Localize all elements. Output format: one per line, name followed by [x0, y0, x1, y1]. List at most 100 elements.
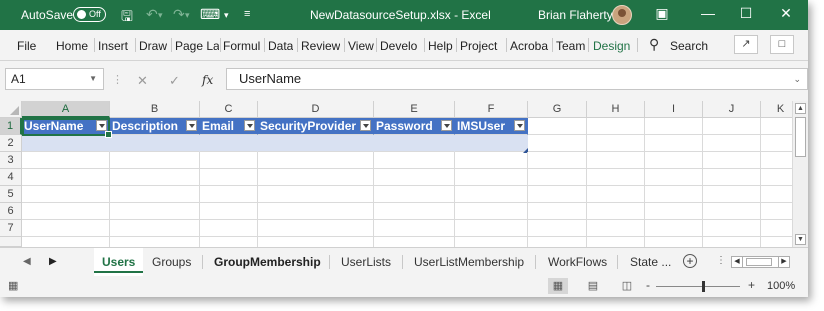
horizontal-scrollbar[interactable]: ◀ ▶ — [731, 256, 790, 268]
grid-cell[interactable] — [110, 169, 200, 186]
new-sheet-button[interactable]: + — [683, 254, 697, 268]
user-name[interactable]: Brian Flaherty — [538, 8, 613, 22]
sheet-tab-groups[interactable]: Groups — [152, 248, 191, 276]
table-header-cell[interactable]: Password — [374, 118, 455, 135]
grid-cell[interactable] — [528, 152, 587, 169]
grid-cell[interactable] — [374, 169, 455, 186]
row-header[interactable] — [0, 237, 22, 247]
grid-cell[interactable] — [587, 186, 645, 203]
column-header[interactable]: F — [455, 101, 528, 118]
redo-dropdown-icon[interactable]: ▾ — [185, 10, 190, 21]
tab-team[interactable]: Team — [556, 39, 585, 53]
grid-cell[interactable] — [200, 203, 258, 220]
grid-cell[interactable] — [703, 169, 761, 186]
grid-cell[interactable] — [110, 186, 200, 203]
grid-cell[interactable] — [455, 152, 528, 169]
column-header[interactable]: G — [528, 101, 587, 118]
grid-cell[interactable] — [374, 237, 455, 247]
grid-cell[interactable] — [258, 186, 374, 203]
page-break-preview-icon[interactable]: ◫ — [617, 278, 637, 294]
row-header[interactable]: 1 — [0, 118, 22, 135]
cancel-icon[interactable]: ✕ — [137, 73, 148, 89]
column-header[interactable]: I — [645, 101, 703, 118]
table-cell[interactable] — [110, 135, 200, 152]
filter-dropdown-icon[interactable] — [244, 120, 255, 131]
grid-cell[interactable] — [645, 135, 703, 152]
zoom-slider[interactable] — [656, 286, 740, 287]
next-sheet-icon[interactable]: ▶ — [49, 256, 57, 267]
normal-view-icon[interactable]: ▦ — [548, 278, 568, 294]
minimize-icon[interactable]: — — [698, 5, 718, 21]
tab-view[interactable]: View — [348, 39, 374, 53]
column-header[interactable]: H — [587, 101, 645, 118]
grid-cell[interactable] — [22, 220, 110, 237]
grid-cell[interactable] — [528, 186, 587, 203]
active-cell-selection[interactable] — [22, 118, 112, 138]
grid-cell[interactable] — [645, 220, 703, 237]
close-icon[interactable]: ✕ — [776, 5, 796, 22]
save-icon[interactable]: 🖫 — [121, 6, 133, 30]
grid-cell[interactable] — [258, 169, 374, 186]
column-header[interactable]: C — [200, 101, 258, 118]
tab-data[interactable]: Data — [268, 39, 293, 53]
grid-cell[interactable] — [587, 203, 645, 220]
insert-function-icon[interactable]: fx — [202, 73, 213, 87]
sheet-tab-userlistmembership[interactable]: UserListMembership — [414, 248, 524, 276]
row-header[interactable]: 6 — [0, 203, 22, 220]
column-header[interactable]: B — [110, 101, 200, 118]
grid-cell[interactable] — [258, 152, 374, 169]
grid-cell[interactable] — [587, 152, 645, 169]
page-layout-view-icon[interactable]: ▤ — [583, 278, 603, 294]
format-painter-icon[interactable]: ⌨ — [200, 6, 220, 23]
zoom-level[interactable]: 100% — [767, 280, 795, 292]
filter-dropdown-icon[interactable] — [186, 120, 197, 131]
row-header[interactable]: 3 — [0, 152, 22, 169]
horizontal-scroll-thumb[interactable] — [746, 258, 772, 266]
grid-cell[interactable] — [374, 203, 455, 220]
tab-file[interactable]: File — [17, 39, 36, 53]
customize-toolbar-icon[interactable]: ≡ — [244, 8, 250, 20]
grid-cell[interactable] — [200, 220, 258, 237]
search-label[interactable]: Search — [670, 39, 708, 53]
grid-cell[interactable] — [110, 152, 200, 169]
filter-dropdown-icon[interactable] — [441, 120, 452, 131]
grid-cell[interactable] — [374, 152, 455, 169]
scroll-left-icon[interactable]: ◀ — [732, 257, 743, 267]
tab-formulas[interactable]: Formul — [223, 39, 262, 53]
sheet-tab-workflows[interactable]: WorkFlows — [548, 248, 607, 276]
avatar[interactable] — [612, 5, 632, 25]
table-header-cell[interactable]: Email — [200, 118, 258, 135]
grid-cell[interactable] — [200, 186, 258, 203]
scroll-up-icon[interactable]: ▲ — [795, 103, 806, 114]
select-all-button[interactable] — [0, 101, 22, 118]
grid-cell[interactable] — [455, 237, 528, 247]
maximize-icon[interactable]: ☐ — [736, 5, 756, 22]
grid-cell[interactable] — [528, 118, 587, 135]
column-header[interactable]: E — [374, 101, 455, 118]
grid-cell[interactable] — [528, 237, 587, 247]
tab-design[interactable]: Design — [593, 39, 630, 53]
worksheet-grid[interactable]: A B C D E F G H I J K 1 2 3 4 5 6 7 User… — [0, 101, 808, 247]
scroll-right-icon[interactable]: ▶ — [778, 257, 789, 267]
grid-cell[interactable] — [645, 237, 703, 247]
grid-cell[interactable] — [703, 186, 761, 203]
grid-cell[interactable] — [645, 152, 703, 169]
table-header-cell[interactable]: Description — [110, 118, 200, 135]
grid-cell[interactable] — [645, 118, 703, 135]
table-cell[interactable] — [22, 135, 110, 152]
sheet-tab-userlists[interactable]: UserLists — [341, 248, 391, 276]
grid-cell[interactable] — [528, 169, 587, 186]
table-header-cell[interactable]: IMSUser — [455, 118, 528, 135]
undo-dropdown-icon[interactable]: ▾ — [158, 10, 163, 21]
grid-cell[interactable] — [703, 118, 761, 135]
enter-icon[interactable]: ✓ — [169, 73, 180, 89]
redo-icon[interactable]: ↷ — [173, 6, 185, 23]
column-header[interactable]: J — [703, 101, 761, 118]
table-cell[interactable] — [200, 135, 258, 152]
tab-review[interactable]: Review — [301, 39, 340, 53]
grid-cell[interactable] — [200, 237, 258, 247]
tab-acrobat[interactable]: Acroba — [510, 39, 551, 53]
grid-cell[interactable] — [200, 152, 258, 169]
zoom-in-button[interactable]: + — [748, 278, 755, 292]
grid-cell[interactable] — [200, 169, 258, 186]
